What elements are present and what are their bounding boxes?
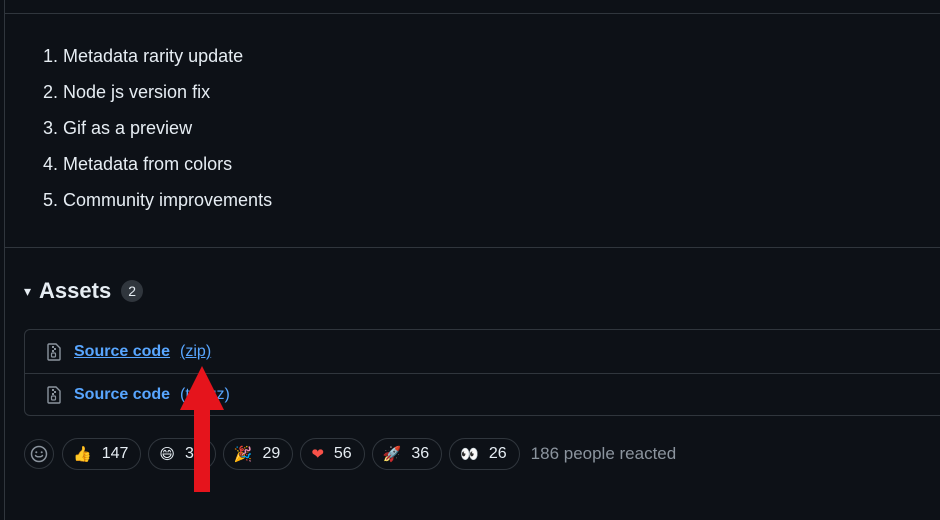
reaction-heart[interactable]: ❤ 56 <box>300 438 365 470</box>
assets-title: Assets <box>39 278 112 303</box>
list-item: 3. Gif as a preview <box>43 118 193 138</box>
list-item: 1. Metadata rarity update <box>43 46 244 66</box>
red-arrow-annotation <box>180 366 224 492</box>
heart-icon: ❤ <box>311 445 324 463</box>
asset-row-targz: Source code (tar.gz) <box>25 373 940 416</box>
reaction-count: 36 <box>411 445 430 462</box>
reaction-rocket[interactable]: 🚀 36 <box>371 438 443 470</box>
caret-down-icon: ▾ <box>24 283 32 299</box>
thumbs-up-icon: 👍 <box>73 445 92 463</box>
reaction-count: 26 <box>488 445 507 462</box>
zip-ext-link[interactable]: (zip) <box>180 343 211 361</box>
smiley-icon <box>30 445 48 463</box>
list-item: 2. Node js version fix <box>43 82 211 102</box>
reaction-thumbs-up[interactable]: 👍 147 <box>62 438 142 470</box>
assets-toggle[interactable]: ▾ Assets 2 <box>24 278 144 304</box>
rocket-icon: 🚀 <box>382 445 402 463</box>
file-zip-icon <box>47 385 61 404</box>
list-item: 4. Metadata from colors <box>43 154 233 174</box>
divider <box>4 247 940 248</box>
source-code-zip-link[interactable]: Source code <box>74 343 170 361</box>
reaction-count: 29 <box>262 445 281 462</box>
eyes-icon: 👀 <box>460 445 479 463</box>
file-zip-icon <box>47 342 61 361</box>
reactions-summary: 186 people reacted <box>530 444 677 463</box>
list-item: 5. Community improvements <box>43 190 273 210</box>
reaction-eyes[interactable]: 👀 26 <box>449 438 520 470</box>
asset-row-zip: Source code (zip) <box>25 330 940 374</box>
assets-list: Source code (zip) Source code (tar.gz) <box>24 329 940 416</box>
reaction-hooray[interactable]: 🎉 29 <box>222 438 294 470</box>
reaction-count: 56 <box>333 445 352 462</box>
assets-count-badge: 2 <box>121 280 144 302</box>
laugh-icon: 😄 <box>159 445 176 463</box>
add-reaction-button[interactable] <box>24 439 54 469</box>
source-code-targz-link[interactable]: Source code <box>74 386 170 404</box>
release-notes-list: 1. Metadata rarity update 2. Node js ver… <box>43 38 272 218</box>
reactions-bar: 👍 147 😄 34 🎉 29 ❤ 56 🚀 36 👀 26 186 peopl… <box>24 438 676 470</box>
hooray-icon: 🎉 <box>233 445 253 463</box>
divider <box>4 13 940 14</box>
reaction-count: 147 <box>101 445 129 462</box>
